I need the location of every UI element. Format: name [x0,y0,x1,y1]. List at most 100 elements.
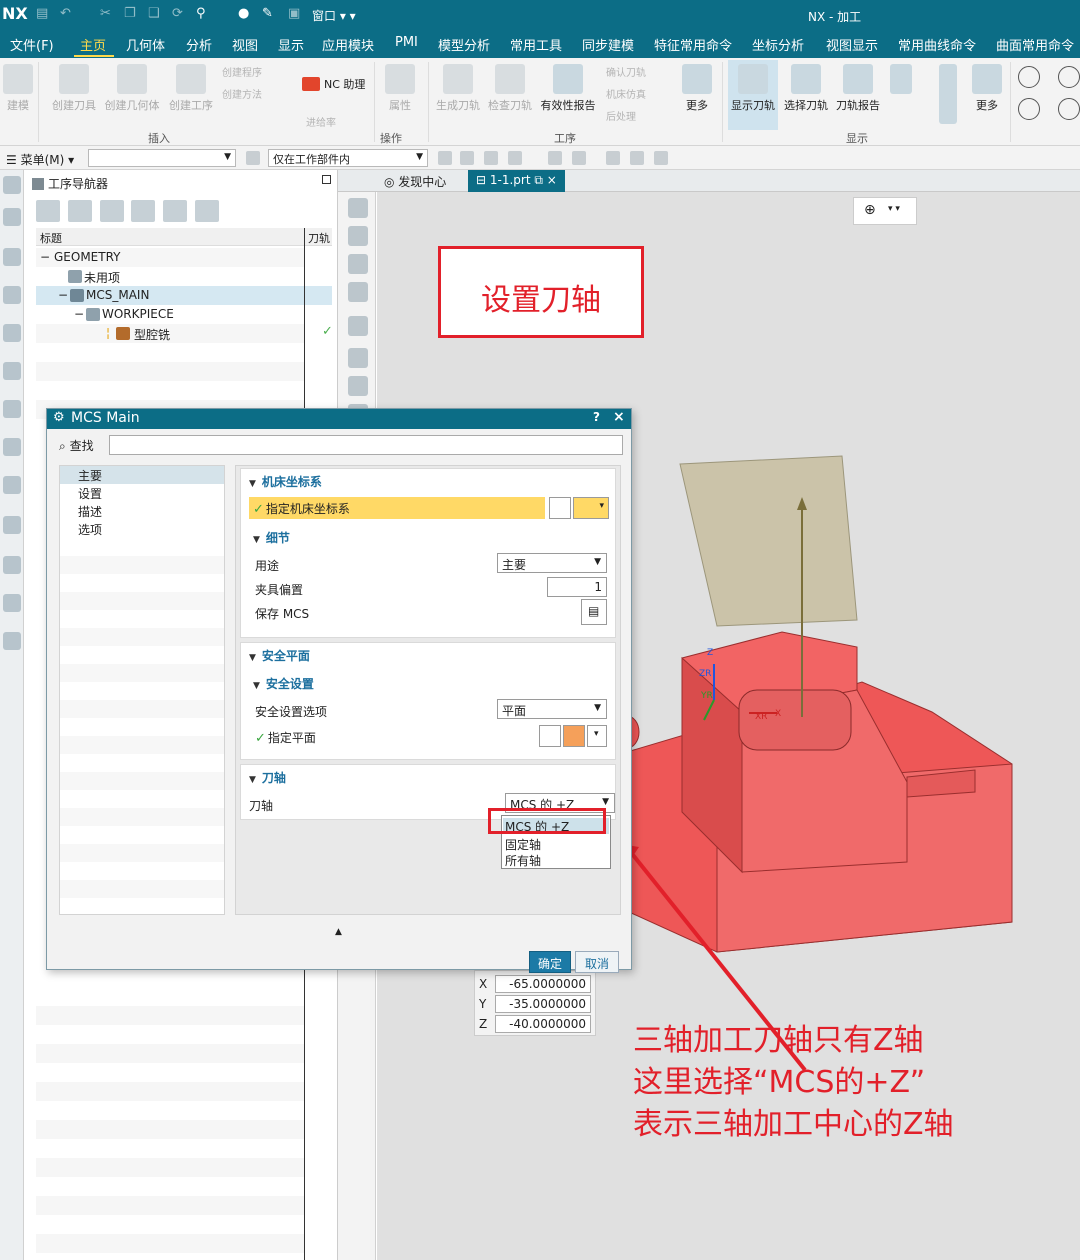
verify-toolpath-button[interactable]: 检查刀轨 [486,64,534,113]
specify-mcs-row[interactable]: ✓ 指定机床坐标系 [249,497,545,519]
mcs-section-header[interactable]: ▼ 机床坐标系 [249,473,322,490]
pin-icon[interactable] [322,175,331,184]
snap-icon-2[interactable] [460,151,474,165]
brush-icon[interactable] [348,282,368,302]
add-icon[interactable] [348,316,368,336]
option-all-axes[interactable]: 所有轴 [503,852,609,868]
tab-analysis[interactable]: 分析 [186,35,212,54]
tab-application[interactable]: 应用模块 [322,35,374,54]
option-fixed-axis[interactable]: 固定轴 [503,836,609,852]
tree-row-cavity-mill[interactable]: ¦ 型腔铣 ✓ [36,324,333,343]
menu-file[interactable]: 文件(F) [10,35,54,54]
move-up-button[interactable] [936,64,960,127]
tab-view[interactable]: 视图 [232,35,258,54]
properties-button[interactable]: 属性 [380,64,420,113]
tree-row-mcs-main[interactable]: − MCS_MAIN [36,286,332,305]
cut-icon[interactable]: ✂ [100,6,111,21]
tool-axis-section-header[interactable]: ▼ 刀轴 [249,769,286,786]
csys-type-dropdown[interactable]: ▾ [573,497,609,519]
toolpath-report-button[interactable]: 刀轨报告 [834,64,882,113]
snap-icon-3[interactable] [484,151,498,165]
roles-icon[interactable] [3,632,21,650]
operation-navigator-icon[interactable] [3,286,21,304]
scope-filter-combo[interactable]: 仅在工作部件内 ▼ [268,149,428,167]
find-input[interactable] [109,435,623,455]
tab-home[interactable]: 主页 [80,35,106,54]
tab-view-display[interactable]: 视图显示 [826,35,878,54]
tab-surface-commands[interactable]: 曲面常用命令 [996,35,1074,54]
program-view-icon[interactable] [36,200,60,222]
tab-display[interactable]: 显示 [278,35,304,54]
post-process-button[interactable]: 后处理 [606,108,636,123]
settings-icon[interactable] [3,176,21,194]
save-mcs-button[interactable]: ▤ [581,599,607,625]
reuse-library-icon[interactable] [3,400,21,418]
rotate-icon[interactable] [348,226,368,246]
dialog-title-bar[interactable]: ⚙ MCS Main ? × [47,409,631,429]
window-icon[interactable]: ▣ [288,6,300,21]
copy-icon[interactable]: ❐ [124,6,136,21]
tool-display-button[interactable] [888,64,914,97]
validity-report-button[interactable]: 有效性报告 [538,64,598,113]
save-icon[interactable]: ▤ [36,6,48,21]
show-icon[interactable] [630,151,644,165]
column-toolpath[interactable]: 刀轨 [308,230,330,246]
assembly-navigator-icon[interactable] [3,248,21,266]
tree-expander[interactable]: − [40,250,50,264]
command-finder-icon[interactable]: ⚲ [196,6,206,21]
undo-icon[interactable]: ↶ [60,6,71,21]
tab-pmi[interactable]: PMI [395,35,418,50]
next-view-button[interactable] [1058,66,1080,88]
snap-icon-5[interactable] [548,151,562,165]
detail-section-header[interactable]: ▼ 细节 [253,529,290,546]
machine-simulation-button[interactable]: 机床仿真 [606,86,646,101]
copy-view-icon[interactable] [348,376,368,396]
measure-icon[interactable] [348,254,368,274]
safety-section-header[interactable]: ▼ 安全平面 [249,647,310,664]
tree-expander[interactable]: − [58,288,68,302]
category-main[interactable]: 主要 [60,466,224,484]
collapse-icon[interactable]: ▲ [335,927,342,937]
fit-icon[interactable] [348,198,368,218]
collapse-icon[interactable] [195,200,220,222]
fixture-offset-input[interactable]: 1 [547,577,607,597]
category-options[interactable]: 选项 [60,520,224,538]
safety-option-dropdown[interactable]: 平面 ▼ [497,699,607,719]
part-navigator-icon[interactable] [3,208,21,226]
tree-expander[interactable]: − [74,307,84,321]
tab-coordinate-analysis[interactable]: 坐标分析 [752,35,804,54]
tab-part-file[interactable]: ⊟ 1-1.prt ⧉ × [468,170,565,192]
hide-icon[interactable] [654,151,668,165]
mcs-display-icon[interactable] [606,151,620,165]
snap-icon-4[interactable] [508,151,522,165]
category-description[interactable]: 描述 [60,502,224,520]
help-button[interactable]: ? [593,410,600,424]
type-filter-combo[interactable]: ▼ [88,149,236,167]
window-menu[interactable]: 窗口 ▾ ▾ [312,7,356,24]
last-view-button[interactable] [1058,98,1080,120]
tab-feature-commands[interactable]: 特征常用命令 [654,35,732,54]
machine-view-icon[interactable] [67,200,92,222]
modeling-button[interactable]: 建模 [2,64,34,113]
coord-y-field[interactable]: -35.0000000 [495,995,591,1013]
ok-button[interactable]: 确定 [529,951,571,973]
library-icon[interactable] [3,362,21,380]
create-tool-button[interactable]: 创建刀具 [48,64,100,113]
tree-row-unused[interactable]: 未用项 [36,267,332,286]
system-materials-icon[interactable] [3,556,21,574]
process-studio-icon[interactable] [3,594,21,612]
tab-geometry[interactable]: 几何体 [126,35,165,54]
snap-icon-6[interactable] [572,151,586,165]
touch-icon[interactable]: ✎ [262,6,273,21]
first-view-button[interactable] [1018,98,1040,120]
feed-rate-button[interactable]: 进给率 [306,114,336,129]
more-display-button[interactable]: 更多 [970,64,1004,113]
machine-tool-navigator-icon[interactable] [3,324,21,342]
create-geometry-button[interactable]: 创建几何体 [102,64,162,113]
coord-z-field[interactable]: -40.0000000 [495,1015,591,1033]
display-toolpath-button[interactable]: 显示刀轨 [728,60,778,130]
safety-settings-header[interactable]: ▼ 安全设置 [253,675,314,692]
settings-view-icon[interactable] [348,348,368,368]
generate-toolpath-button[interactable]: 生成刀轨 [434,64,482,113]
nc-assistant-button[interactable]: NC 助理 [302,76,365,92]
